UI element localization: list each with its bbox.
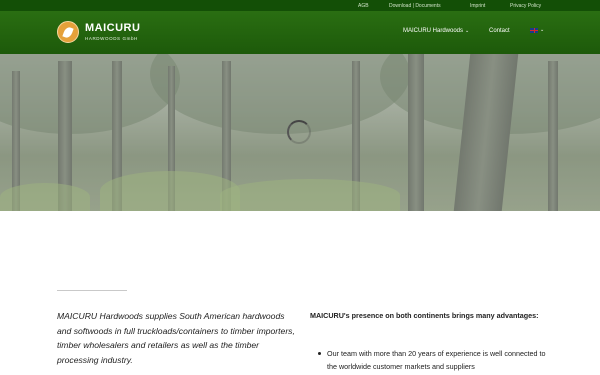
advantages-heading: MAICURU's presence on both continents br… <box>310 311 539 320</box>
privacy-policy-link[interactable]: Privacy Policy <box>510 2 541 11</box>
site-header: MAICURU HARDWOODS GmbH MAICURU Hardwoods… <box>0 11 600 54</box>
uk-flag-icon <box>530 27 538 33</box>
agb-link[interactable]: AGB <box>358 2 369 11</box>
intro-paragraph: MAICURU Hardwoods supplies South America… <box>57 311 295 365</box>
leaf-logo-icon[interactable] <box>57 21 79 43</box>
nav-maicuru-hardwoods-label: MAICURU Hardwoods <box>403 28 464 34</box>
brand-subtitle: HARDWOODS GmbH <box>85 36 138 41</box>
language-switcher[interactable]: ⌄ <box>530 27 544 33</box>
nav-maicuru-hardwoods[interactable]: MAICURU Hardwoods ⌄ <box>403 28 469 34</box>
chevron-down-icon: ⌄ <box>540 27 545 33</box>
imprint-link[interactable]: Imprint <box>470 2 485 11</box>
spinner-icon <box>287 120 311 144</box>
list-item: Our team with more than 20 years of expe… <box>318 347 554 373</box>
nav-contact[interactable]: Contact <box>489 28 510 34</box>
download-documents-link[interactable]: Download | Documents <box>389 2 441 11</box>
chevron-down-icon: ⌄ <box>465 28 470 34</box>
list-item-text: Our team with more than 20 years of expe… <box>327 349 546 371</box>
hero-forest-image <box>0 54 600 211</box>
leaf-shape <box>62 25 74 40</box>
bullet-icon <box>318 352 321 355</box>
section-divider <box>57 290 127 291</box>
advantages-list: Our team with more than 20 years of expe… <box>318 347 554 373</box>
brand-name[interactable]: MAICURU <box>85 22 140 34</box>
top-utility-bar: AGB Download | Documents Imprint Privacy… <box>0 0 600 11</box>
